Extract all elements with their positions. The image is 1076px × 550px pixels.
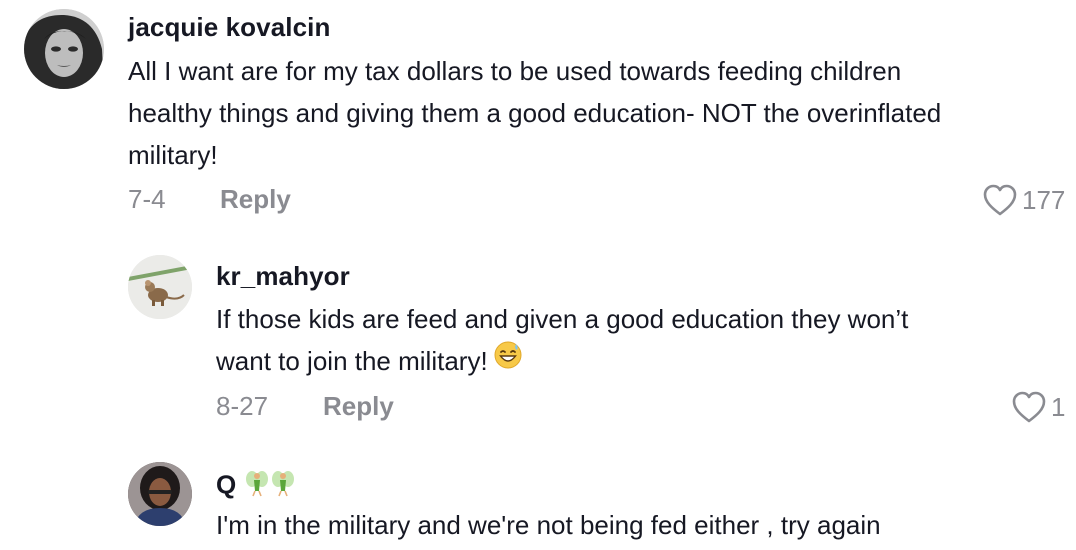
like-button[interactable]: 1 <box>1011 390 1065 424</box>
comment-username[interactable]: jacquie kovalcin <box>128 12 330 43</box>
avatar-photo <box>24 9 104 89</box>
like-count: 177 <box>1022 184 1066 215</box>
comment-username[interactable]: kr_mahyor <box>216 261 350 292</box>
reply-button[interactable]: Reply <box>323 391 394 422</box>
comment-text-line: All I want are for my tax dollars to be … <box>128 56 902 86</box>
like-count: 1 <box>1051 391 1066 422</box>
heart-icon <box>1012 391 1046 423</box>
reply-button[interactable]: Reply <box>220 184 291 215</box>
comment-text-line: healthy things and giving them a good ed… <box>128 98 942 128</box>
avatar[interactable] <box>128 255 192 319</box>
comment-username-text: Q <box>216 469 237 500</box>
comment-text-line: want to join the military! <box>216 340 522 382</box>
comment-date: 7-4 <box>128 184 166 214</box>
fairy-icon <box>244 469 270 504</box>
grinning-sweat-emoji <box>494 339 522 381</box>
avatar[interactable] <box>128 462 192 526</box>
comment-text-line: military! <box>128 140 218 170</box>
reply-comment-item: Q I'm in the military and we're not bein… <box>0 440 1076 550</box>
fairy-icon <box>270 469 296 504</box>
reply-comment-item: kr_mahyor If those kids are feed and giv… <box>0 240 1076 440</box>
like-button[interactable]: 177 <box>982 183 1065 217</box>
comment-item: jacquie kovalcin All I want are for my t… <box>0 0 1076 240</box>
comment-text-line: I'm in the military and we're not being … <box>216 510 881 540</box>
avatar-photo <box>128 255 192 319</box>
comment-date: 8-27 <box>216 391 269 421</box>
avatar[interactable] <box>24 9 104 89</box>
heart-icon <box>983 184 1017 216</box>
comment-text-line: If those kids are feed and given a good … <box>216 304 909 334</box>
avatar-photo <box>128 462 192 526</box>
comment-username[interactable]: Q <box>216 469 296 504</box>
comment-text-span: want to join the military! <box>216 346 488 376</box>
